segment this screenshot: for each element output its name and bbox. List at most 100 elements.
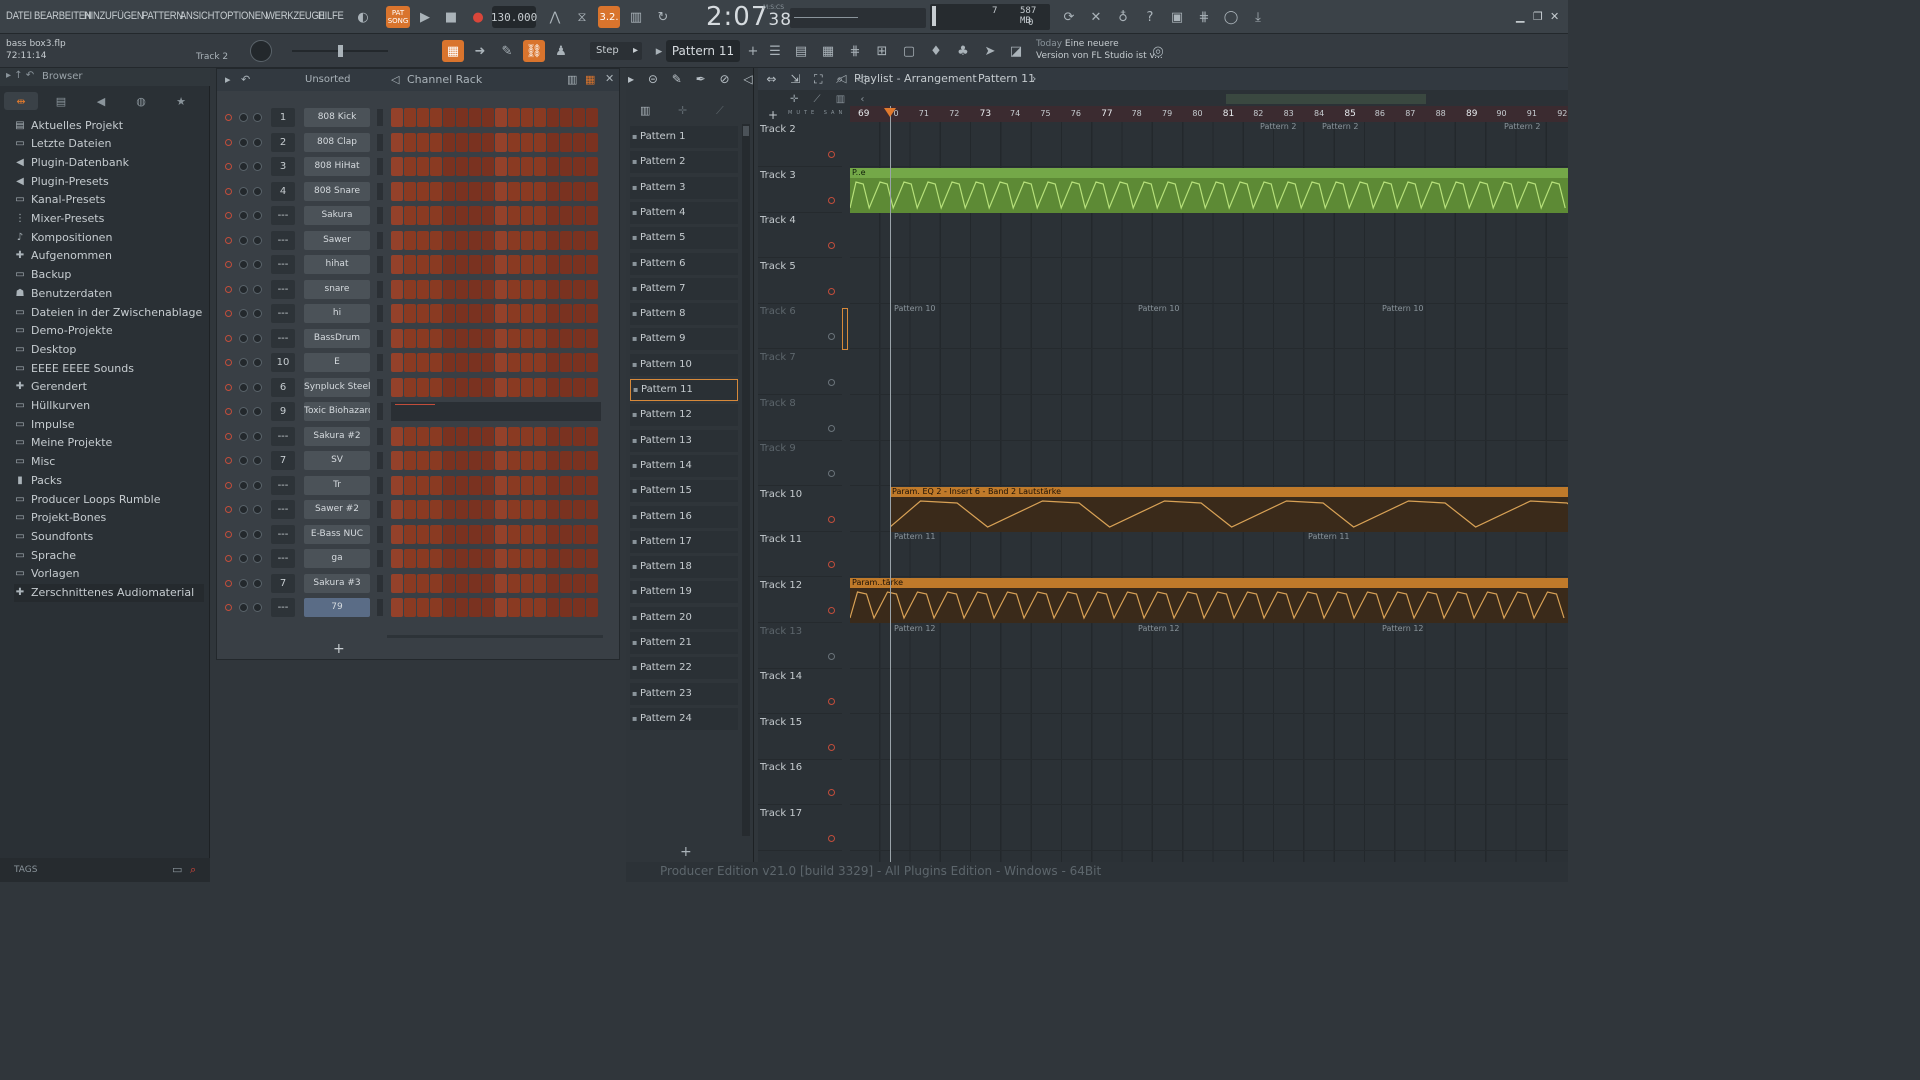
step-button[interactable] xyxy=(586,353,598,372)
channel-select-bar[interactable] xyxy=(377,452,383,469)
step-button[interactable] xyxy=(547,451,559,470)
browser-view-icon[interactable]: ⊞ xyxy=(871,40,893,62)
step-button[interactable] xyxy=(495,500,507,519)
pattern-item[interactable]: Pattern 22 xyxy=(630,657,738,680)
folder-icon[interactable]: ▭ xyxy=(172,863,182,876)
step-button[interactable] xyxy=(586,524,598,544)
channel-name-button[interactable]: ga xyxy=(304,549,370,568)
restore-icon[interactable]: ❐ xyxy=(1533,10,1543,23)
step-button[interactable] xyxy=(430,279,442,299)
channel-pan-knob-icon[interactable] xyxy=(239,529,248,539)
channel-select-bar[interactable] xyxy=(377,354,383,371)
channel-select-bar[interactable] xyxy=(377,182,383,200)
channel-pan-knob-icon[interactable] xyxy=(239,578,248,588)
step-button[interactable] xyxy=(417,353,429,372)
pattern-list-icon[interactable]: ▥ xyxy=(640,104,650,117)
step-button[interactable] xyxy=(456,598,468,617)
step-button[interactable] xyxy=(430,573,442,593)
step-button[interactable] xyxy=(534,426,546,446)
step-button[interactable] xyxy=(443,230,455,250)
track-mute-led[interactable] xyxy=(828,470,835,478)
step-button[interactable] xyxy=(560,524,572,544)
mixer-icon[interactable]: ⋕ xyxy=(1193,6,1215,28)
step-button[interactable] xyxy=(534,549,546,568)
step-button[interactable] xyxy=(430,108,442,127)
step-button[interactable] xyxy=(391,500,403,519)
step-button[interactable] xyxy=(534,524,546,544)
channel-pan-knob-icon[interactable] xyxy=(239,333,248,343)
step-button[interactable] xyxy=(560,157,572,176)
track-header[interactable]: Track 13 xyxy=(758,624,842,669)
step-button[interactable] xyxy=(586,598,598,617)
step-button[interactable] xyxy=(534,328,546,348)
step-button[interactable] xyxy=(534,500,546,519)
channel-name-button[interactable]: 808 Kick xyxy=(304,108,370,127)
channel-mixer-track[interactable]: --- xyxy=(271,255,295,274)
browser-item[interactable]: ▭ Misc xyxy=(14,453,55,471)
channel-pan-knob-icon[interactable] xyxy=(239,480,248,490)
step-button[interactable] xyxy=(586,573,598,593)
pattern-item[interactable]: Pattern 12 xyxy=(630,404,738,427)
step-button[interactable] xyxy=(469,573,481,593)
channel-select-bar[interactable] xyxy=(377,550,383,567)
browser-tab-favorites-icon[interactable]: ★ xyxy=(164,92,198,110)
channel-select-bar[interactable] xyxy=(377,280,383,298)
track-mute-led[interactable] xyxy=(828,151,835,158)
channel-row[interactable]: 4 808 Snare xyxy=(217,181,617,203)
search-icon[interactable]: ⌕ xyxy=(190,863,196,877)
channel-name-button[interactable]: Sakura xyxy=(304,206,370,225)
step-button[interactable] xyxy=(534,304,546,323)
step-button[interactable] xyxy=(521,524,533,544)
step-button[interactable] xyxy=(430,377,442,397)
step-button[interactable] xyxy=(547,279,559,299)
channel-volume-knob-icon[interactable] xyxy=(253,382,262,392)
step-button[interactable] xyxy=(391,549,403,568)
track-header[interactable]: Track 6 xyxy=(758,304,842,350)
step-button[interactable] xyxy=(482,426,494,446)
step-button[interactable] xyxy=(521,206,533,225)
step-button[interactable] xyxy=(495,255,507,274)
step-button[interactable] xyxy=(443,304,455,323)
step-button[interactable] xyxy=(573,353,585,372)
step-edit-icon[interactable]: ▥ xyxy=(625,6,647,28)
browser-tab-all-icon[interactable]: ⇹ xyxy=(4,92,38,110)
step-button[interactable] xyxy=(547,206,559,225)
step-button[interactable] xyxy=(430,230,442,250)
step-button[interactable] xyxy=(469,181,481,201)
step-button[interactable] xyxy=(495,353,507,372)
step-button[interactable] xyxy=(404,279,416,299)
step-button[interactable] xyxy=(560,451,572,470)
channel-name-button[interactable]: snare xyxy=(304,279,370,299)
pattern-item[interactable]: Pattern 9 xyxy=(630,328,738,351)
step-button[interactable] xyxy=(573,132,585,152)
step-button[interactable] xyxy=(508,598,520,617)
step-button[interactable] xyxy=(430,157,442,176)
track-header[interactable]: Track 8 xyxy=(758,396,842,441)
step-button[interactable] xyxy=(547,304,559,323)
channel-mute-led[interactable] xyxy=(225,334,232,342)
step-button[interactable] xyxy=(417,475,429,495)
pattern-scroll-thumb[interactable] xyxy=(743,126,749,136)
step-button[interactable] xyxy=(521,500,533,519)
pattern-edit-icon[interactable]: ⟋ xyxy=(716,104,724,118)
browser-item[interactable]: ▭ Hüllkurven xyxy=(14,397,90,415)
step-button[interactable] xyxy=(495,279,507,299)
step-button[interactable] xyxy=(534,181,546,201)
wait-input-icon[interactable]: ⧖ xyxy=(571,6,593,28)
pattern-item[interactable]: Pattern 16 xyxy=(630,505,738,528)
step-button[interactable] xyxy=(495,598,507,617)
step-button[interactable] xyxy=(508,206,520,225)
step-button[interactable] xyxy=(482,500,494,519)
rack-graph-icon[interactable]: ▥ xyxy=(567,73,577,86)
channel-mute-led[interactable] xyxy=(225,236,232,244)
browser-item[interactable]: ▭ Sprache xyxy=(14,546,76,564)
channel-select-bar[interactable] xyxy=(377,476,383,494)
step-button[interactable] xyxy=(534,157,546,176)
step-button[interactable] xyxy=(391,304,403,323)
playhead[interactable] xyxy=(890,106,891,862)
step-button[interactable] xyxy=(456,524,468,544)
step-button[interactable] xyxy=(456,451,468,470)
track-header[interactable]: Track 5 xyxy=(758,259,842,304)
add-pattern-icon[interactable]: + xyxy=(742,40,764,62)
rack-scrollbar[interactable] xyxy=(387,635,603,638)
